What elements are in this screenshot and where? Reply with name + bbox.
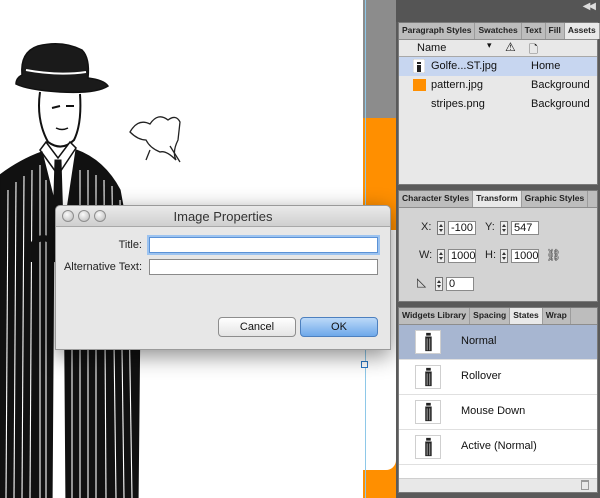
alternative-text-label: Alternative Text: [63,261,142,273]
rotation-stepper[interactable] [435,277,443,291]
tab-assets[interactable]: Assets [564,23,600,39]
image-properties-dialog: Image Properties Title: Alternative Text… [55,205,391,350]
tab-character-styles[interactable]: Character Styles [399,191,474,207]
constrain-proportions-icon[interactable]: ⛓ [546,248,561,262]
tab-spacing[interactable]: Spacing [470,308,511,324]
state-row-mouse-down[interactable]: Mouse Down [399,395,597,430]
asset-row[interactable]: stripes.png Background [399,95,597,114]
width-stepper[interactable] [437,249,445,263]
states-panel: Widgets Library Spacing States Wrap Norm… [398,307,598,493]
dialog-titlebar[interactable]: Image Properties [56,206,390,227]
state-row-rollover[interactable]: Rollover [399,360,597,395]
collapse-panels-icon[interactable]: ◀◀ [583,1,596,12]
sort-dropdown-icon[interactable]: ▾ [487,40,492,51]
image-thumb-icon [413,59,425,73]
tab-graphic-styles[interactable]: Graphic Styles [522,191,589,207]
asset-row[interactable]: Golfe...ST.jpg Home [399,57,597,76]
x-label: X: [421,221,432,233]
transform-panel: Character Styles Transform Graphic Style… [398,190,598,302]
state-label: Rollover [461,370,502,382]
x-stepper[interactable] [437,221,445,235]
tab-states[interactable]: States [510,308,543,324]
state-thumbnail [415,365,441,389]
tab-swatches[interactable]: Swatches [475,23,522,39]
trash-icon[interactable] [581,480,589,490]
state-label: Mouse Down [461,405,526,417]
tab-text[interactable]: Text [522,23,546,39]
tab-wrap[interactable]: Wrap [543,308,571,324]
title-label: Title: [118,239,142,251]
warning-icon[interactable]: ⚠ [505,40,516,54]
states-panel-tabs: Widgets Library Spacing States Wrap [399,308,597,325]
height-input[interactable]: 1000 [511,249,539,263]
transform-panel-tabs: Character Styles Transform Graphic Style… [399,191,597,208]
rotation-input[interactable]: 0 [446,277,474,291]
height-stepper[interactable] [500,249,508,263]
state-row-normal[interactable]: Normal [399,325,597,360]
states-panel-footer [399,478,597,492]
asset-location: Background [531,98,590,110]
asset-row[interactable]: pattern.jpg Background [399,76,597,95]
name-column-header[interactable]: Name [417,42,446,54]
tab-fill[interactable]: Fill [546,23,565,39]
h-label: H: [485,249,496,261]
tab-widgets-library[interactable]: Widgets Library [399,308,471,324]
asset-name: Golfe...ST.jpg [431,60,498,72]
tab-paragraph-styles[interactable]: Paragraph Styles [399,23,476,39]
rotation-angle-icon: ◺ [417,275,427,289]
state-row-active-normal[interactable]: Active (Normal) [399,430,597,465]
y-label: Y: [485,221,495,233]
asset-list: Golfe...ST.jpg Home pattern.jpg Backgrou… [399,57,597,114]
asset-location: Home [531,60,561,72]
orange-swatch-icon [413,79,426,91]
title-input[interactable] [149,237,378,253]
asset-name: stripes.png [431,98,485,110]
assets-panel: Paragraph Styles Swatches Text Fill Asse… [398,22,600,185]
alternative-text-input[interactable] [149,259,378,275]
assets-panel-tabs: Paragraph Styles Swatches Text Fill Asse… [399,23,600,40]
y-input[interactable]: 547 [511,221,539,235]
x-input[interactable]: -100 [448,221,476,235]
state-thumbnail [415,330,441,354]
state-label: Active (Normal) [461,440,537,452]
asset-name: pattern.jpg [431,79,483,91]
cancel-button[interactable]: Cancel [218,317,296,337]
panel-dock: ◀◀ Paragraph Styles Swatches Text Fill A… [396,0,600,498]
panel-dock-header: ◀◀ [396,0,600,22]
tab-transform[interactable]: Transform [473,191,522,207]
w-label: W: [419,249,433,261]
state-label: Normal [461,335,497,347]
ok-button[interactable]: OK [300,317,378,337]
assets-column-header: Name ▾ ⚠ 🗋 [399,40,597,57]
width-input[interactable]: 1000 [448,249,476,263]
state-thumbnail [415,435,441,459]
state-thumbnail [415,400,441,424]
asset-location: Background [531,79,590,91]
y-stepper[interactable] [500,221,508,235]
dialog-title: Image Properties [173,209,273,224]
